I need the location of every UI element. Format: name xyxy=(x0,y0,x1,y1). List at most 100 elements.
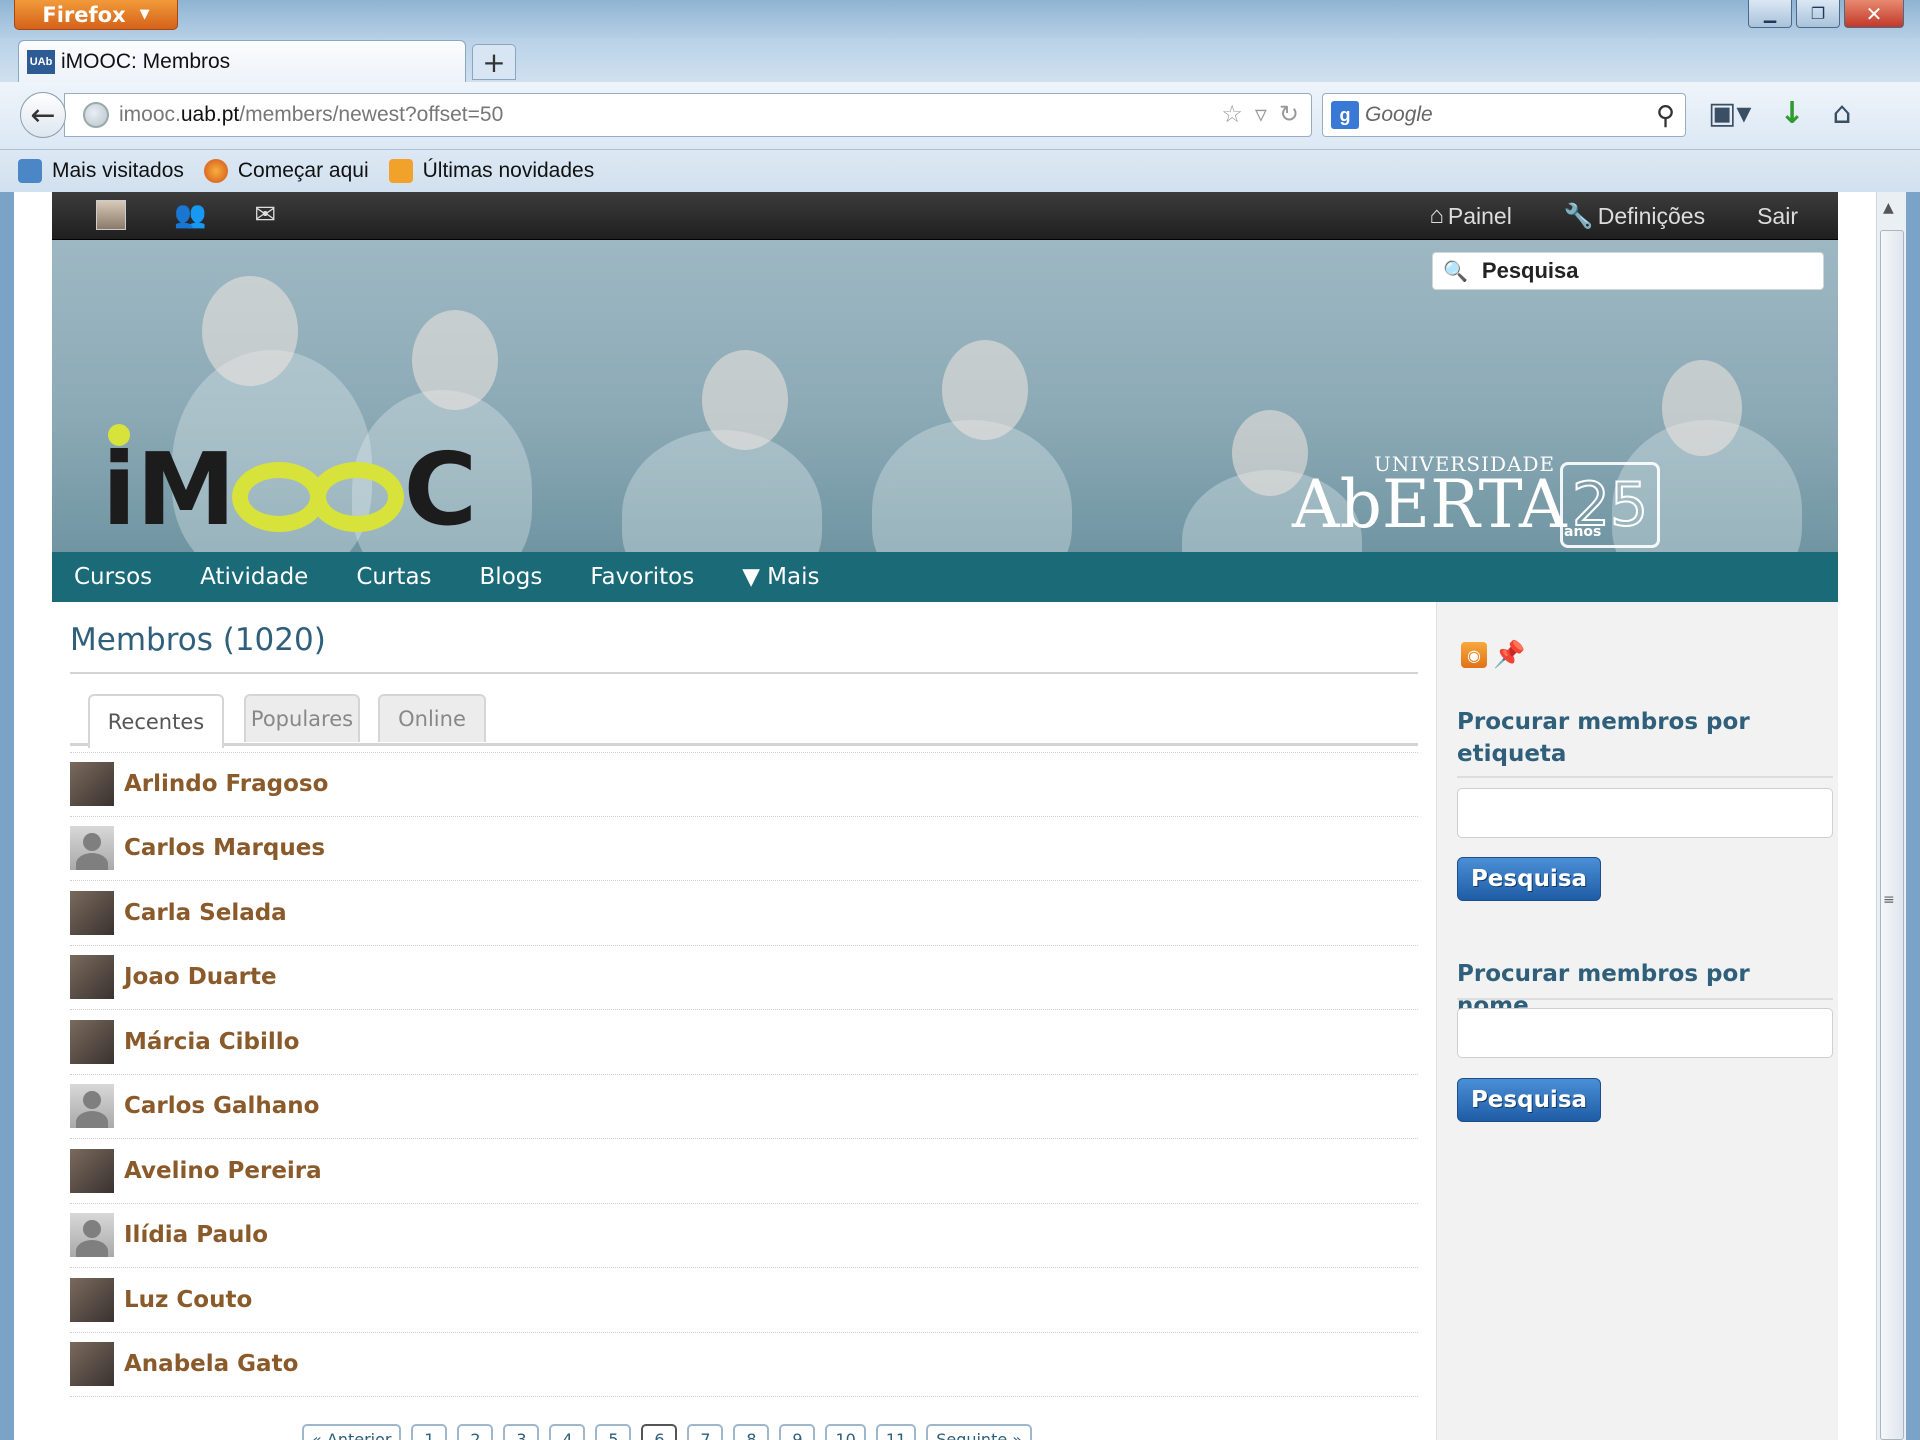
new-tab-button[interactable]: + xyxy=(472,44,516,80)
friends-icon[interactable]: 👥 xyxy=(174,200,206,230)
member-avatar[interactable] xyxy=(70,1084,114,1129)
page-number-button[interactable]: 9 xyxy=(779,1424,816,1440)
member-avatar[interactable] xyxy=(70,826,114,871)
name-search-button[interactable]: Pesquisa xyxy=(1457,1078,1601,1122)
member-name-link[interactable]: Ilídia Paulo xyxy=(124,1222,268,1248)
home-icon[interactable]: ⌂ xyxy=(1833,96,1852,131)
page-number-button[interactable]: 5 xyxy=(595,1424,632,1440)
scrollbar-thumb[interactable] xyxy=(1880,230,1904,1440)
search-bar[interactable]: g Google ⚲ xyxy=(1322,93,1686,137)
page-number-button[interactable]: 11 xyxy=(875,1424,917,1440)
member-name-link[interactable]: Carlos Galhano xyxy=(124,1093,319,1119)
painel-link[interactable]: ⌂ Painel xyxy=(1429,202,1511,230)
page-number-button[interactable]: 10 xyxy=(825,1424,866,1440)
member-name-link[interactable]: Joao Duarte xyxy=(124,964,277,990)
page-number-button[interactable]: 2 xyxy=(457,1424,494,1440)
maximize-button[interactable]: ❐ xyxy=(1796,0,1840,28)
tab-populares[interactable]: Populares xyxy=(244,694,360,742)
vertical-scrollbar[interactable]: ▲ ≡ xyxy=(1876,192,1906,1440)
member-row[interactable]: Ilídia Paulo xyxy=(70,1204,1418,1268)
member-name-link[interactable]: Luz Couto xyxy=(124,1287,252,1313)
tab-recentes[interactable]: Recentes xyxy=(88,694,224,748)
member-name-link[interactable]: Carla Selada xyxy=(124,900,287,926)
minimize-button[interactable]: ▁ xyxy=(1748,0,1792,28)
member-avatar[interactable] xyxy=(70,762,114,807)
member-name-link[interactable]: Anabela Gato xyxy=(124,1351,298,1377)
member-row[interactable]: Luz Couto xyxy=(70,1268,1418,1333)
google-engine-icon[interactable]: g xyxy=(1331,101,1359,129)
bookmarks-menu-icon[interactable]: ▣▾ xyxy=(1708,96,1751,131)
user-avatar[interactable] xyxy=(96,200,126,230)
member-row[interactable]: Carlos Marques xyxy=(70,817,1418,881)
tab-title: iMOOC: Membros xyxy=(61,49,231,73)
previous-page-button[interactable]: « Anterior xyxy=(302,1424,402,1440)
menu-favoritos[interactable]: Favoritos xyxy=(590,564,694,590)
page-number-button[interactable]: 8 xyxy=(733,1424,770,1440)
tab-imooc-membros[interactable]: UAb iMOOC: Membros xyxy=(18,40,466,82)
pin-icon[interactable]: 📌 xyxy=(1493,640,1525,670)
tag-search-button[interactable]: Pesquisa xyxy=(1457,857,1601,901)
sidebar: ◉ 📌 Procurar membros por etiqueta Pesqui… xyxy=(1436,602,1838,1440)
member-name-link[interactable]: Avelino Pereira xyxy=(124,1158,322,1184)
home-icon: ⌂ xyxy=(1429,202,1444,229)
member-name-link[interactable]: Carlos Marques xyxy=(124,835,325,861)
page-number-button[interactable]: 1 xyxy=(411,1424,448,1440)
member-row[interactable]: Avelino Pereira xyxy=(70,1139,1418,1204)
member-avatar[interactable] xyxy=(70,1342,114,1387)
member-row[interactable]: Carla Selada xyxy=(70,881,1418,946)
member-row[interactable]: Arlindo Fragoso xyxy=(70,752,1418,817)
member-row[interactable]: Joao Duarte xyxy=(70,946,1418,1010)
bookmark-comecar-aqui[interactable]: Começar aqui xyxy=(203,159,369,183)
definicoes-link[interactable]: 🔧 Definições xyxy=(1564,202,1705,231)
firefox-menu-button[interactable]: Firefox ▼ xyxy=(14,0,178,30)
tag-search-input[interactable] xyxy=(1457,788,1833,838)
banner-figure xyxy=(412,310,498,410)
bookmark-mais-visitados[interactable]: Mais visitados xyxy=(18,159,184,183)
sair-link[interactable]: Sair xyxy=(1757,203,1798,230)
menu-blogs[interactable]: Blogs xyxy=(480,564,543,590)
member-avatar[interactable] xyxy=(70,890,114,935)
dropdown-arrow-icon[interactable]: ▿ xyxy=(1255,100,1267,129)
bookmark-ultimas-novidades[interactable]: Últimas novidades xyxy=(388,159,594,183)
name-search-input[interactable] xyxy=(1457,1008,1833,1058)
page-number-button[interactable]: 7 xyxy=(687,1424,724,1440)
member-row[interactable]: Carlos Galhano xyxy=(70,1075,1418,1139)
member-name-link[interactable]: Márcia Cibillo xyxy=(124,1029,299,1055)
rss-icon xyxy=(388,159,413,183)
page-number-button[interactable]: 3 xyxy=(503,1424,540,1440)
site-search-input[interactable]: 🔍 Pesquisa xyxy=(1432,252,1824,290)
close-window-button[interactable]: ✕ xyxy=(1844,0,1904,28)
menu-atividade[interactable]: Atividade xyxy=(200,564,308,590)
member-row[interactable]: Márcia Cibillo xyxy=(70,1010,1418,1075)
member-avatar[interactable] xyxy=(70,1148,114,1193)
member-row[interactable]: Anabela Gato xyxy=(70,1333,1418,1397)
member-avatar[interactable] xyxy=(70,1019,114,1064)
menu-mais[interactable]: ▼ Mais xyxy=(742,564,819,590)
member-name-link[interactable]: Arlindo Fragoso xyxy=(124,771,328,797)
banner-figure xyxy=(1662,360,1742,456)
mail-icon[interactable]: ✉ xyxy=(254,200,276,230)
sidebar-icons: ◉ 📌 xyxy=(1461,640,1525,670)
imooc-logo[interactable]: i M C xyxy=(102,424,477,548)
tab-online[interactable]: Online xyxy=(378,694,486,742)
download-icon[interactable]: ↓ xyxy=(1779,96,1804,131)
member-avatar[interactable] xyxy=(70,955,114,1000)
next-page-button[interactable]: Seguinte » xyxy=(926,1424,1033,1440)
menu-cursos[interactable]: Cursos xyxy=(74,564,152,590)
star-bookmark-icon[interactable]: ☆ xyxy=(1221,100,1243,129)
back-button[interactable]: ← xyxy=(20,92,66,138)
search-icon[interactable]: ⚲ xyxy=(1656,100,1675,131)
main-menu: Cursos Atividade Curtas Blogs Favoritos … xyxy=(52,552,1838,602)
reload-icon[interactable]: ↻ xyxy=(1279,100,1299,129)
rss-feed-icon[interactable]: ◉ xyxy=(1461,642,1487,668)
page-number-button[interactable]: 4 xyxy=(549,1424,586,1440)
logo-text: M xyxy=(136,431,236,548)
scrollbar-grip-icon: ≡ xyxy=(1883,892,1895,908)
menu-curtas[interactable]: Curtas xyxy=(356,564,431,590)
member-avatar[interactable] xyxy=(70,1213,114,1258)
page-number-button[interactable]: 6 xyxy=(641,1424,678,1440)
window-controls: ▁ ❐ ✕ xyxy=(1748,0,1904,28)
url-bar[interactable]: imooc. uab.pt/members/newest?offset=50 ☆ … xyxy=(64,93,1312,137)
scroll-up-icon[interactable]: ▲ xyxy=(1883,200,1894,216)
member-avatar[interactable] xyxy=(70,1277,114,1322)
